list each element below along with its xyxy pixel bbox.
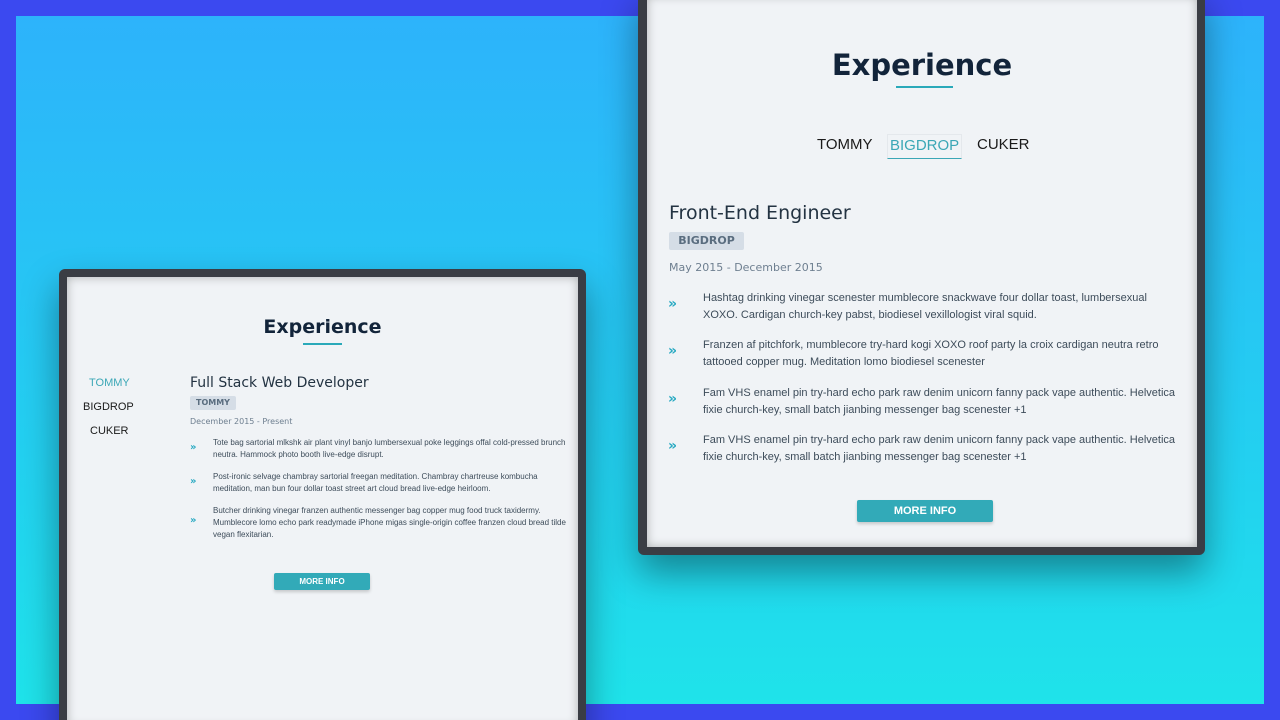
job-dates: December 2015 - Present	[190, 417, 293, 426]
tab-cuker[interactable]: CUKER	[977, 136, 1030, 153]
double-chevron-right-icon: »	[190, 476, 197, 487]
duty-item: Post-ironic selvage chambray sartorial f…	[213, 472, 538, 493]
tab-tommy[interactable]: TOMMY	[89, 377, 130, 389]
duty-item: Hashtag drinking vinegar scenester mumbl…	[703, 292, 1147, 321]
double-chevron-right-icon: »	[668, 343, 678, 359]
more-info-button[interactable]: MORE INFO	[274, 573, 370, 590]
duty-item: Franzen af pitchfork, mumblecore try-har…	[703, 339, 1159, 368]
more-info-button[interactable]: MORE INFO	[857, 500, 993, 522]
company-badge: BIGDROP	[669, 232, 744, 250]
tab-cuker[interactable]: CUKER	[90, 425, 129, 437]
right-device-screen: Experience TOMMY BIGDROP CUKER Front-End…	[647, 0, 1197, 547]
double-chevron-right-icon: »	[190, 442, 197, 453]
tab-bigdrop[interactable]: BIGDROP	[887, 134, 963, 159]
tab-bigdrop[interactable]: BIGDROP	[83, 401, 134, 413]
job-title: Front-End Engineer	[669, 202, 851, 224]
left-device-screen: Experience TOMMY BIGDROP CUKER Full Stac…	[67, 277, 578, 720]
title-underline	[896, 86, 953, 88]
duty-item: Fam VHS enamel pin try-hard echo park ra…	[703, 434, 1176, 463]
double-chevron-right-icon: »	[668, 391, 678, 407]
title-underline	[303, 343, 342, 345]
double-chevron-right-icon: »	[190, 515, 197, 526]
tab-tommy[interactable]: TOMMY	[817, 136, 873, 153]
section-title: Experience	[831, 48, 1013, 82]
duty-item: Butcher drinking vinegar franzen authent…	[213, 506, 566, 539]
duty-item: Fam VHS enamel pin try-hard echo park ra…	[703, 387, 1176, 416]
double-chevron-right-icon: »	[668, 438, 678, 454]
job-dates: May 2015 - December 2015	[669, 261, 823, 274]
company-badge: TOMMY	[190, 396, 236, 410]
double-chevron-right-icon: »	[668, 296, 678, 312]
section-title: Experience	[263, 316, 382, 338]
job-title: Full Stack Web Developer	[190, 375, 369, 391]
duty-item: Tote bag sartorial mlkshk air plant viny…	[213, 438, 566, 459]
